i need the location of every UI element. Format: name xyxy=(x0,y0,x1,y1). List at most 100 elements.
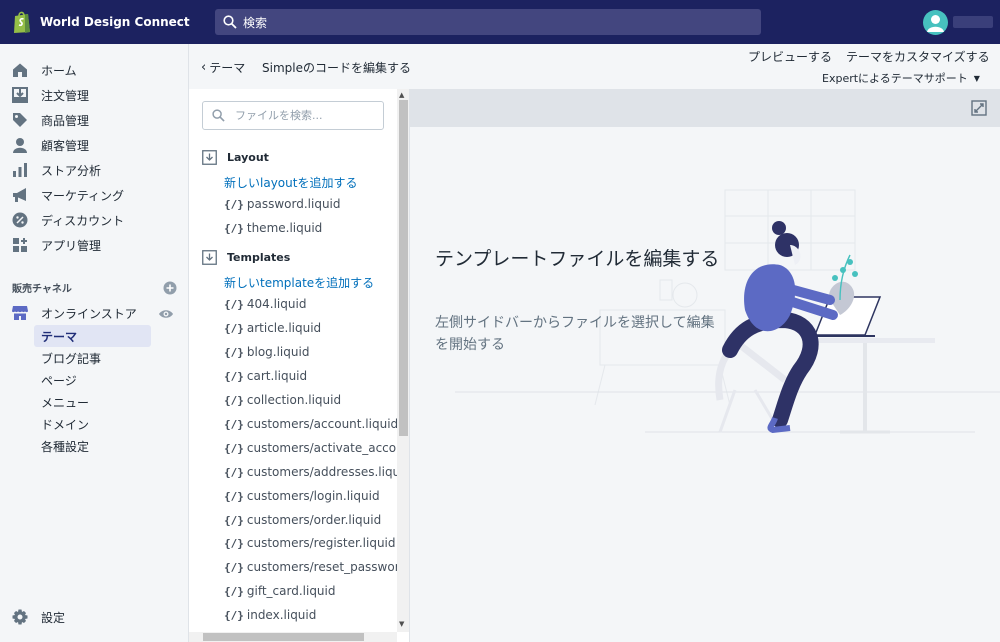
subnav-themes[interactable]: テーマ xyxy=(34,325,151,347)
store-name: World Design Connect xyxy=(40,15,190,29)
scroll-up-arrow-icon[interactable]: ▲ xyxy=(399,91,404,99)
templates-heading: Templates xyxy=(227,251,291,264)
liquid-file-icon: {/} xyxy=(224,369,244,383)
folder-download-icon xyxy=(202,250,217,265)
liquid-file-icon: {/} xyxy=(224,536,244,550)
nav-item-discounts[interactable]: ディスカウント xyxy=(0,208,189,232)
nav-item-home[interactable]: ホーム xyxy=(0,58,189,82)
nav-item-products[interactable]: 商品管理 xyxy=(0,108,189,132)
account-name-blurred[interactable] xyxy=(953,16,993,28)
file-search-field[interactable] xyxy=(202,101,384,130)
gear-icon xyxy=(12,609,28,625)
file-sidebar: Layout 新しいlayoutを追加する {/} password.liqui… xyxy=(189,89,410,642)
file-item[interactable]: {/} password.liquid xyxy=(224,197,341,211)
subnav-blog-posts[interactable]: ブログ記事 xyxy=(34,347,151,369)
back-to-themes-link[interactable]: ‹ テーマ xyxy=(201,59,245,76)
file-item[interactable]: {/} customers/account.liquid xyxy=(224,417,398,431)
expert-support-dropdown[interactable]: Expertによるテーマサポート ▼ xyxy=(822,70,980,86)
file-item[interactable]: {/} gift_card.liquid xyxy=(224,584,336,598)
liquid-file-icon: {/} xyxy=(224,513,244,527)
file-name: theme.liquid xyxy=(246,221,323,235)
file-list-scroll-thumb[interactable] xyxy=(399,100,408,436)
file-name: customers/addresses.liquid xyxy=(246,465,410,479)
view-store-eye-icon[interactable] xyxy=(158,306,174,322)
file-item[interactable]: {/} article.liquid xyxy=(224,321,321,335)
nav-item-marketing[interactable]: マーケティング xyxy=(0,183,189,207)
file-item[interactable]: {/} customers/register.liquid xyxy=(224,536,396,550)
nav-label: ディスカウント xyxy=(41,213,125,228)
subnav-label: 各種設定 xyxy=(41,439,90,454)
file-name: article.liquid xyxy=(246,321,322,335)
sales-channels-heading: 販売チャネル xyxy=(12,280,177,295)
store-logo[interactable]: World Design Connect xyxy=(0,10,215,34)
file-item[interactable]: {/} customers/reset_password.liq xyxy=(224,560,409,574)
file-item[interactable]: {/} customers/addresses.liquid xyxy=(224,465,410,479)
nav-item-customers[interactable]: 顧客管理 xyxy=(0,133,189,157)
shopify-bag-icon xyxy=(14,11,30,33)
add-template-link[interactable]: 新しいtemplateを追加する xyxy=(224,274,374,291)
liquid-file-icon: {/} xyxy=(224,345,244,359)
file-item[interactable]: {/} customers/login.liquid xyxy=(224,489,380,503)
subnav-pages[interactable]: ページ xyxy=(34,369,151,391)
caret-down-icon: ▼ xyxy=(973,73,980,83)
main-navigation: ホーム 注文管理 商品管理 顧客管理 ストア分析 マーケティング ディスカウント… xyxy=(0,44,189,642)
add-layout-link[interactable]: 新しいlayoutを追加する xyxy=(224,174,357,191)
file-name: blog.liquid xyxy=(246,345,310,359)
subnav-label: ドメイン xyxy=(41,417,90,432)
file-name: password.liquid xyxy=(246,197,341,211)
liquid-file-icon: {/} xyxy=(224,393,244,407)
file-item[interactable]: {/} customers/activate_account.li xyxy=(224,441,409,455)
file-list-hscroll-thumb[interactable] xyxy=(203,633,364,641)
search-icon xyxy=(223,15,237,29)
top-bar: World Design Connect 検索 xyxy=(0,0,1000,44)
page-title: Simpleのコードを編集する xyxy=(262,61,411,75)
subnav-preferences[interactable]: 各種設定 xyxy=(34,435,151,457)
nav-label: 注文管理 xyxy=(41,88,90,103)
nav-item-analytics[interactable]: ストア分析 xyxy=(0,158,189,182)
liquid-file-icon: {/} xyxy=(224,197,244,211)
expand-fullscreen-icon[interactable] xyxy=(971,100,987,116)
file-search-input[interactable] xyxy=(235,109,375,122)
liquid-file-icon: {/} xyxy=(224,417,244,431)
preview-button[interactable]: プレビューする xyxy=(748,48,832,65)
file-name: customers/order.liquid xyxy=(246,513,382,527)
user-icon xyxy=(927,15,944,32)
discount-icon xyxy=(12,212,28,228)
empty-state-description: 左側サイドバーからファイルを選択して編集を開始する xyxy=(435,315,715,353)
file-item[interactable]: {/} cart.liquid xyxy=(224,369,307,383)
subnav-label: メニュー xyxy=(41,395,90,410)
file-name: customers/register.liquid xyxy=(246,536,396,550)
nav-label: オンラインストア xyxy=(41,306,137,321)
nav-item-apps[interactable]: アプリ管理 xyxy=(0,233,189,257)
file-item[interactable]: {/} theme.liquid xyxy=(224,221,322,235)
file-item[interactable]: {/} index.liquid xyxy=(224,608,316,622)
chevron-left-icon: ‹ xyxy=(201,60,207,75)
person-at-desk-illustration xyxy=(455,189,1000,434)
file-item[interactable]: {/} blog.liquid xyxy=(224,345,309,359)
store-icon xyxy=(12,305,28,321)
scroll-down-arrow-icon[interactable]: ▼ xyxy=(399,620,404,628)
file-item[interactable]: {/} customers/order.liquid xyxy=(224,513,381,527)
avatar[interactable] xyxy=(923,10,948,35)
apps-icon xyxy=(12,237,28,253)
nav-label: 商品管理 xyxy=(41,113,90,128)
nav-label: ストア分析 xyxy=(41,163,102,178)
file-item[interactable]: {/} 404.liquid xyxy=(224,297,306,311)
nav-item-settings[interactable]: 設定 xyxy=(0,605,189,629)
file-name: gift_card.liquid xyxy=(246,584,336,598)
subnav-navigation[interactable]: メニュー xyxy=(34,391,151,413)
layout-folder[interactable]: Layout xyxy=(202,150,269,165)
file-name: 404.liquid xyxy=(246,297,307,311)
search-label: 検索 xyxy=(243,15,268,30)
templates-folder[interactable]: Templates xyxy=(202,250,290,265)
subnav-domains[interactable]: ドメイン xyxy=(34,413,151,435)
file-name: collection.liquid xyxy=(246,393,342,407)
customize-theme-button[interactable]: テーマをカスタマイズする xyxy=(846,48,990,65)
file-item[interactable]: {/} collection.liquid xyxy=(224,393,341,407)
sales-channels-label: 販売チャネル xyxy=(12,284,72,295)
empty-state-title: テンプレートファイルを編集する xyxy=(435,248,720,270)
global-search-input[interactable]: 検索 xyxy=(215,9,761,35)
liquid-file-icon: {/} xyxy=(224,584,244,598)
nav-item-orders[interactable]: 注文管理 xyxy=(0,83,189,107)
add-channel-icon[interactable] xyxy=(163,281,177,295)
